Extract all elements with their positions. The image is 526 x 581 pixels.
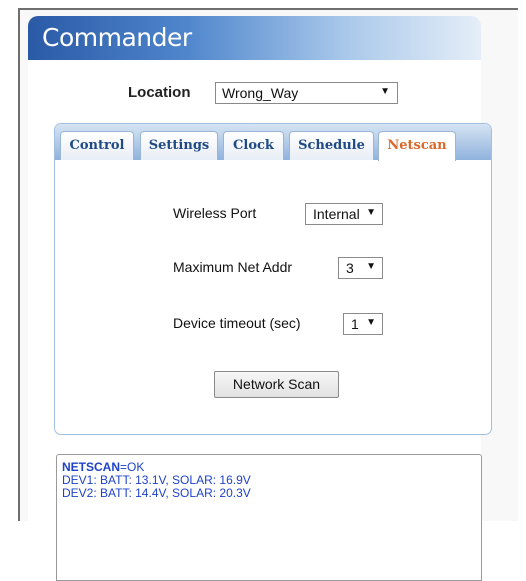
netscan-log: NETSCAN=OK DEV1: BATT: 13.1V, SOLAR: 16.…: [56, 454, 482, 581]
max-net-addr-select[interactable]: 3 ▼: [338, 257, 383, 279]
log-status-value: =OK: [120, 460, 145, 474]
wireless-port-label: Wireless Port: [173, 205, 257, 221]
netscan-form: Wireless Port Internal ▼ Maximum Net Add…: [173, 170, 383, 400]
app-header: Commander: [28, 16, 481, 60]
wireless-port-value: Internal: [313, 206, 360, 222]
log-line: DEV2: BATT: 14.4V, SOLAR: 20.3V: [62, 486, 251, 500]
location-select[interactable]: Wrong_Way ▼: [215, 82, 398, 104]
location-label: Location: [128, 84, 191, 101]
device-timeout-row: Device timeout (sec) 1 ▼: [173, 313, 383, 335]
device-timeout-value: 1: [351, 316, 359, 332]
tab-schedule[interactable]: Schedule: [289, 131, 374, 160]
log-status-key: NETSCAN: [62, 460, 121, 474]
app-title: Commander: [42, 23, 192, 52]
device-timeout-select[interactable]: 1 ▼: [343, 313, 383, 335]
chevron-down-icon: ▼: [366, 261, 376, 272]
chevron-down-icon: ▼: [366, 317, 376, 328]
max-net-addr-label: Maximum Net Addr: [173, 259, 293, 275]
max-net-addr-value: 3: [346, 260, 354, 276]
main-content: Location Wrong_Way ▼ Control Settings Cl…: [28, 60, 492, 581]
max-net-addr-row: Maximum Net Addr 3 ▼: [173, 257, 383, 279]
wireless-port-row: Wireless Port Internal ▼: [173, 203, 383, 225]
tab-clock[interactable]: Clock: [223, 131, 284, 160]
location-select-value: Wrong_Way: [222, 85, 299, 101]
tab-netscan[interactable]: Netscan: [378, 131, 456, 161]
tab-bar: Control Settings Clock Schedule Netscan: [55, 124, 491, 161]
chevron-down-icon: ▼: [366, 207, 376, 218]
tab-control[interactable]: Control: [60, 131, 134, 160]
chevron-down-icon: ▼: [380, 86, 390, 97]
network-scan-button[interactable]: Network Scan: [214, 371, 339, 398]
wireless-port-select[interactable]: Internal ▼: [305, 203, 383, 225]
device-timeout-label: Device timeout (sec): [173, 315, 301, 331]
tab-settings[interactable]: Settings: [140, 131, 218, 160]
